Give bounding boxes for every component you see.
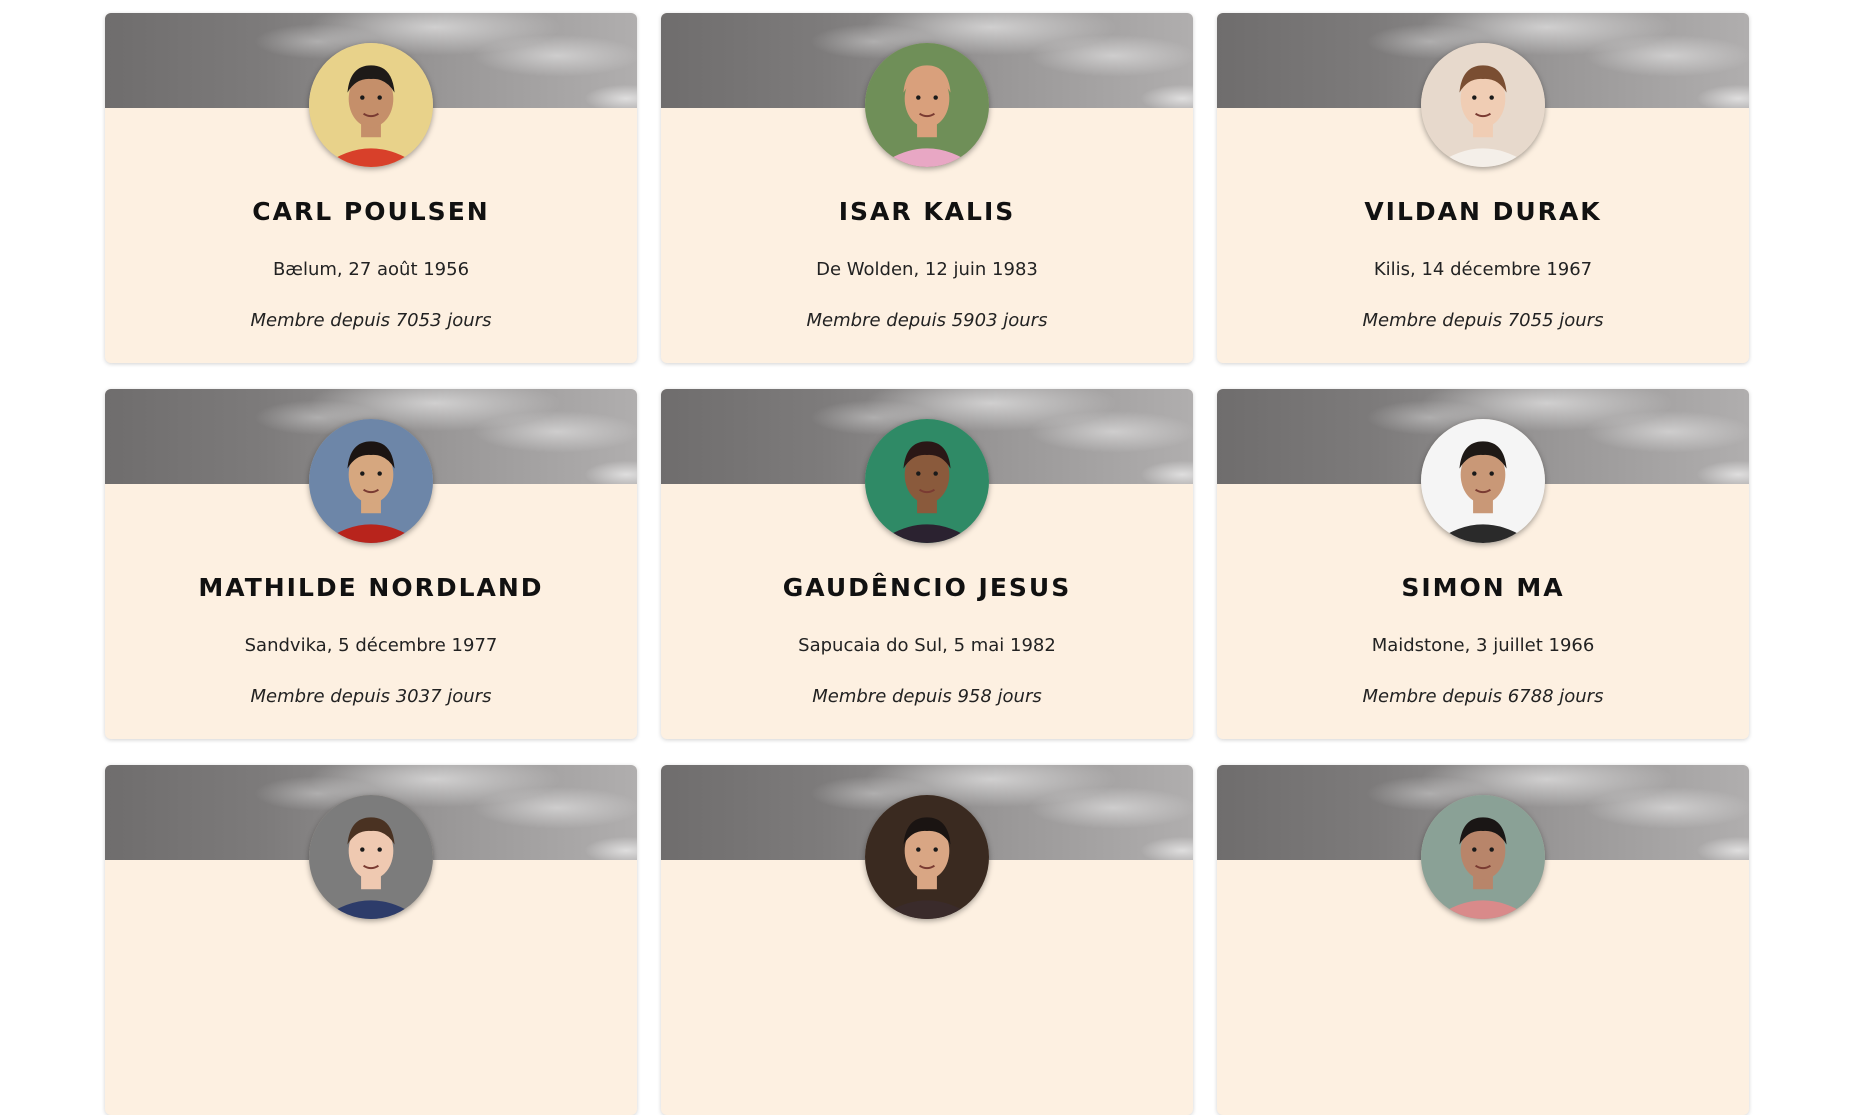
member-card: GAUDÊNCIO JESUS Sapucaia do Sul, 5 mai 1… <box>661 389 1193 739</box>
avatar <box>865 795 989 919</box>
member-since: Membre depuis 7055 jours <box>1362 310 1604 331</box>
avatar <box>309 795 433 919</box>
member-birth: Maidstone, 3 juillet 1966 <box>1371 635 1595 656</box>
member-card: MATHILDE NORDLAND Sandvika, 5 décembre 1… <box>105 389 637 739</box>
member-card: VILDAN DURAK Kilis, 14 décembre 1967 Mem… <box>1217 13 1749 363</box>
member-name: MATHILDE NORDLAND <box>198 573 544 602</box>
avatar <box>865 419 989 543</box>
avatar <box>1421 795 1545 919</box>
member-since: Membre depuis 958 jours <box>812 686 1042 707</box>
member-since: Membre depuis 7053 jours <box>250 310 492 331</box>
member-name: GAUDÊNCIO JESUS <box>782 573 1072 602</box>
member-name: ISAR KALIS <box>838 197 1016 226</box>
member-name: VILDAN DURAK <box>1364 197 1602 226</box>
member-card <box>1217 765 1749 1115</box>
member-since: Membre depuis 3037 jours <box>250 686 492 707</box>
avatar <box>1421 419 1545 543</box>
member-name: SIMON MA <box>1401 573 1565 602</box>
avatar <box>865 43 989 167</box>
member-card <box>661 765 1193 1115</box>
member-birth: Sandvika, 5 décembre 1977 <box>244 635 498 656</box>
member-card: ISAR KALIS De Wolden, 12 juin 1983 Membr… <box>661 13 1193 363</box>
avatar <box>1421 43 1545 167</box>
member-birth: Kilis, 14 décembre 1967 <box>1373 259 1593 280</box>
member-birth: De Wolden, 12 juin 1983 <box>816 259 1038 280</box>
member-card-grid: CARL POULSEN Bælum, 27 août 1956 Membre … <box>105 13 1749 1115</box>
member-since: Membre depuis 6788 jours <box>1362 686 1604 707</box>
member-birth: Bælum, 27 août 1956 <box>272 259 470 280</box>
member-birth: Sapucaia do Sul, 5 mai 1982 <box>798 635 1056 656</box>
avatar <box>309 419 433 543</box>
avatar <box>309 43 433 167</box>
member-card: CARL POULSEN Bælum, 27 août 1956 Membre … <box>105 13 637 363</box>
member-card: SIMON MA Maidstone, 3 juillet 1966 Membr… <box>1217 389 1749 739</box>
member-since: Membre depuis 5903 jours <box>806 310 1048 331</box>
member-name: CARL POULSEN <box>252 197 490 226</box>
member-card <box>105 765 637 1115</box>
